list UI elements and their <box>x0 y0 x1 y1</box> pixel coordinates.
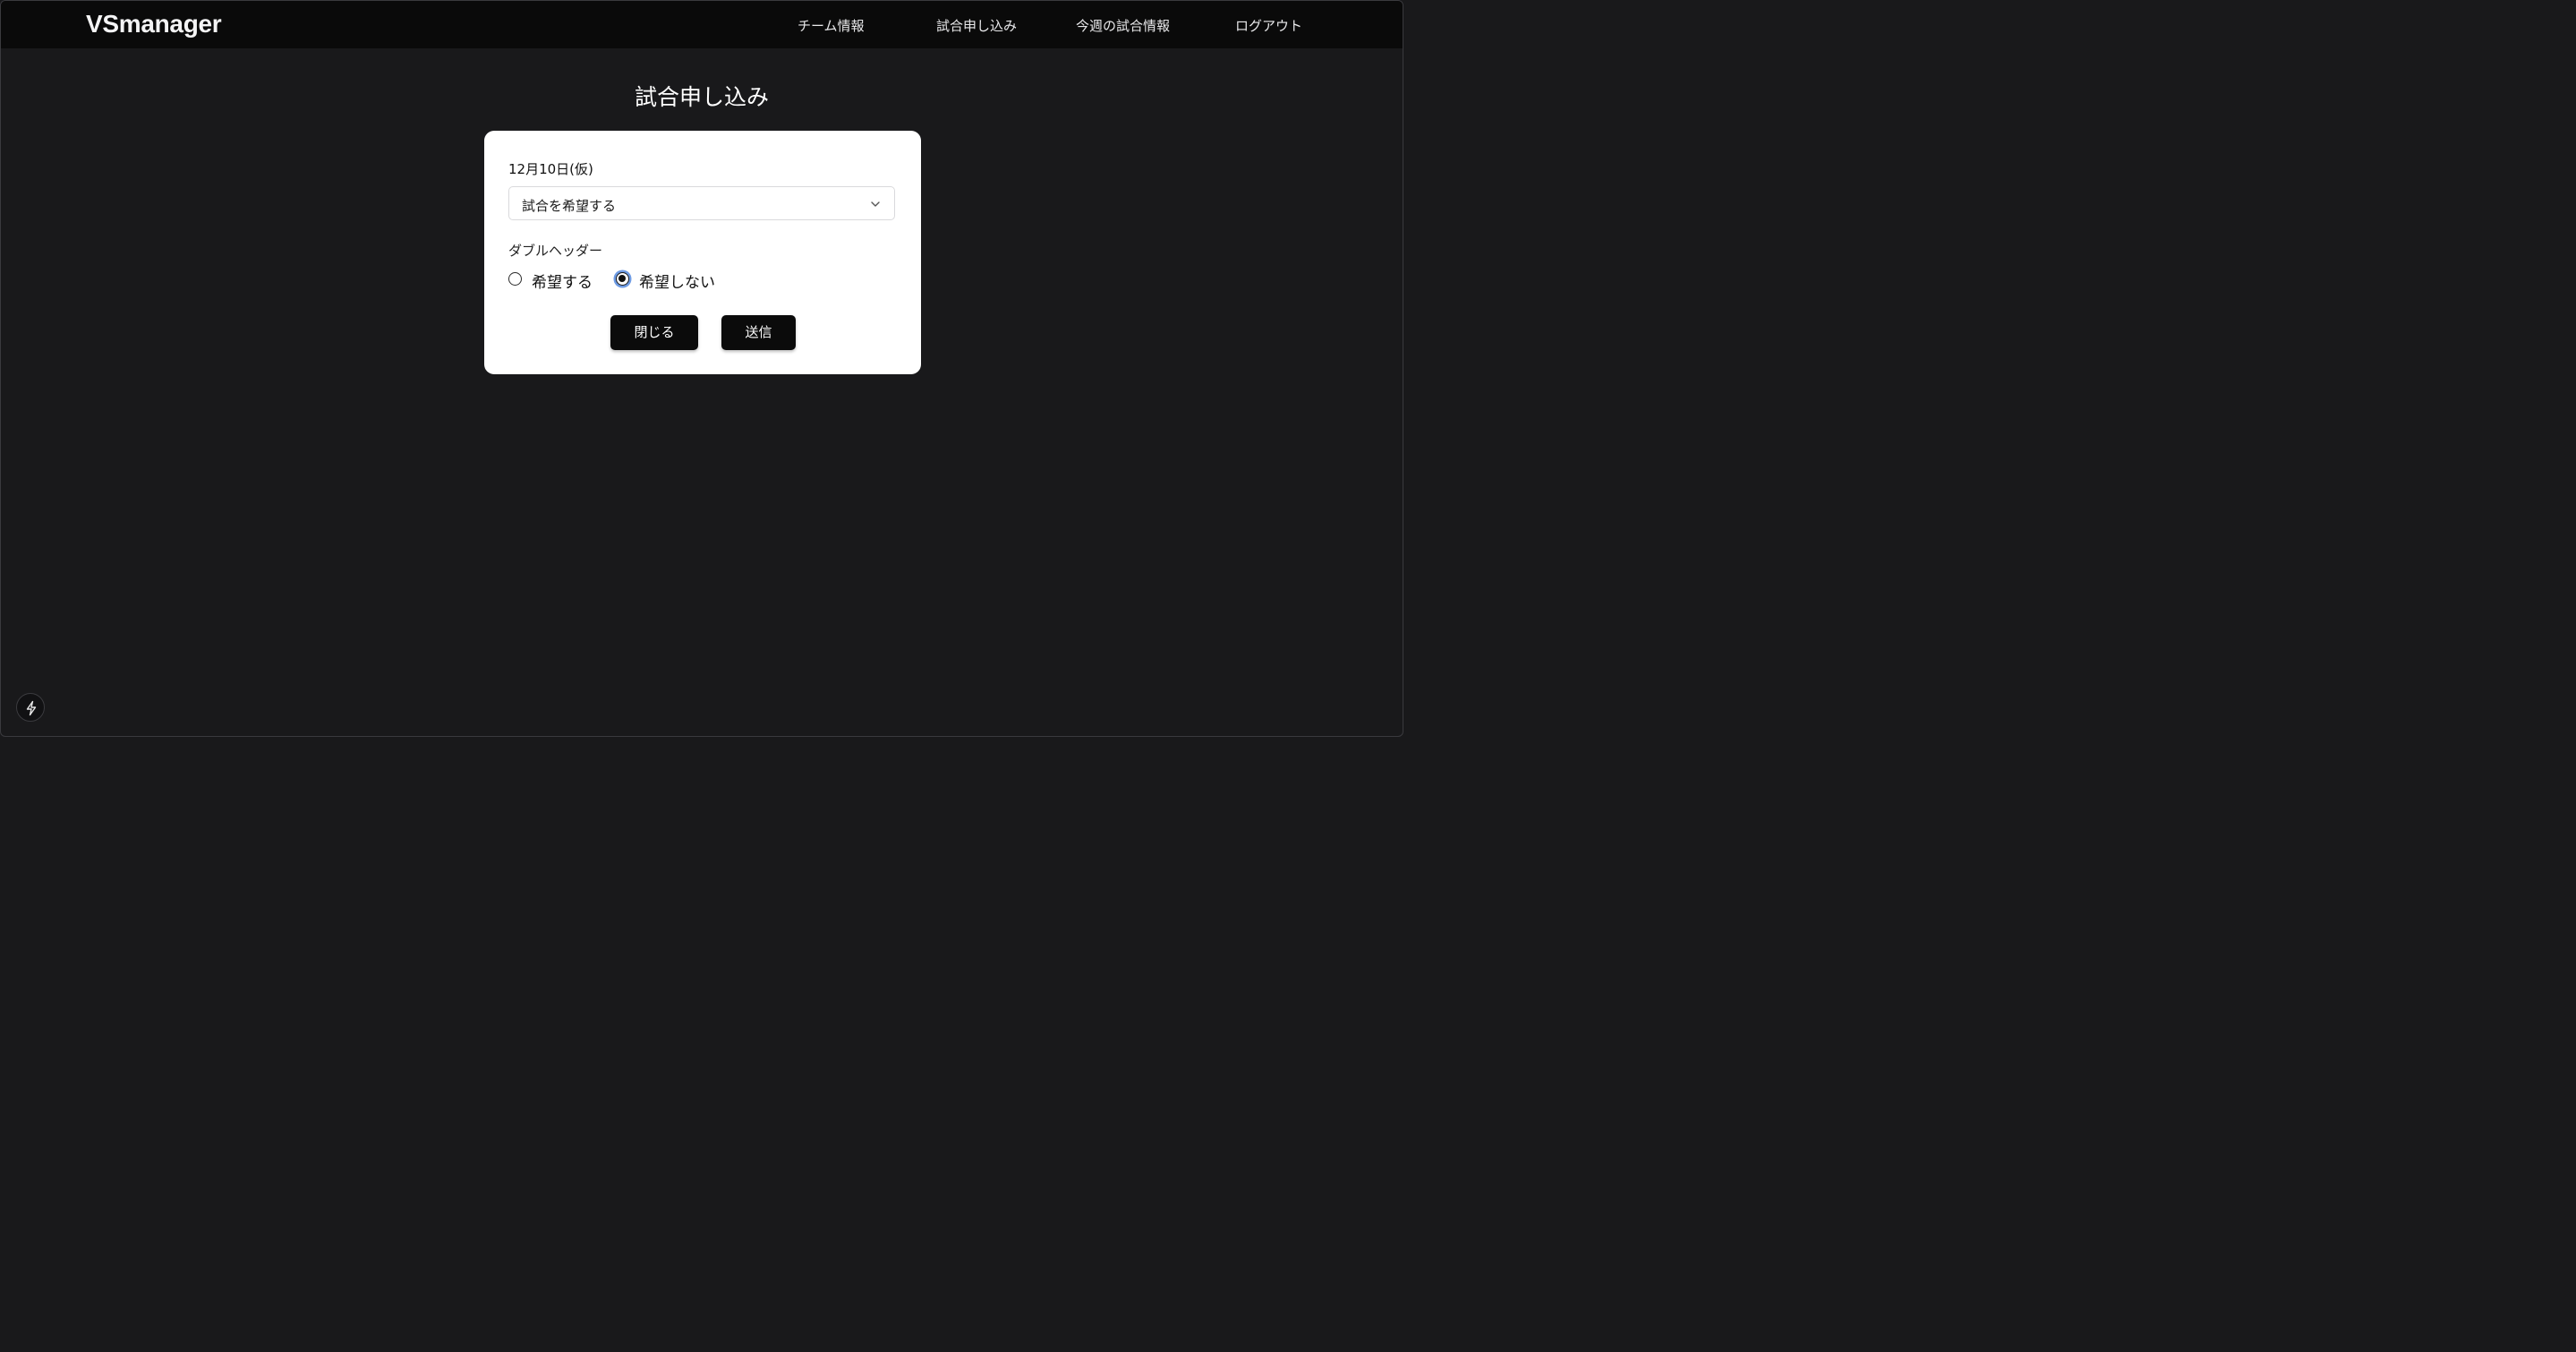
nav-link-logout[interactable]: ログアウト <box>1235 16 1302 35</box>
double-header-radio-group: 希望する 希望しない <box>508 270 902 292</box>
nav-link-team-info[interactable]: チーム情報 <box>798 16 865 35</box>
dev-tools-badge[interactable] <box>16 693 45 722</box>
select-value: 試合を希望する <box>522 198 617 214</box>
radio-label-want[interactable]: 希望する <box>532 270 593 292</box>
double-header-label: ダブルヘッダー <box>508 243 603 259</box>
chevron-down-icon <box>871 201 880 207</box>
top-navbar: VSmanager チーム情報 試合申し込み 今週の試合情報 ログアウト <box>1 1 1403 48</box>
date-label: 12月10日(仮) <box>508 161 593 177</box>
match-apply-form-card: 12月10日(仮) 試合を希望する ダブルヘッダー 希望する 希望しない 閉じる… <box>484 131 921 374</box>
radio-button-not-want[interactable] <box>616 272 629 286</box>
nav-link-match-apply[interactable]: 試合申し込み <box>936 16 1017 35</box>
radio-label-not-want[interactable]: 希望しない <box>639 270 715 292</box>
radio-button-want[interactable] <box>508 272 522 286</box>
submit-button[interactable]: 送信 <box>721 315 796 350</box>
app-window: VSmanager チーム情報 試合申し込み 今週の試合情報 ログアウト 試合申… <box>0 0 1403 737</box>
lightning-icon <box>26 700 37 716</box>
match-preference-select[interactable]: 試合を希望する <box>508 186 895 220</box>
page-title: 試合申し込み <box>634 84 769 110</box>
nav-link-weekly-matches[interactable]: 今週の試合情報 <box>1076 16 1170 35</box>
close-button[interactable]: 閉じる <box>610 315 698 350</box>
nav-links: チーム情報 試合申し込み 今週の試合情報 ログアウト <box>1 16 1403 34</box>
